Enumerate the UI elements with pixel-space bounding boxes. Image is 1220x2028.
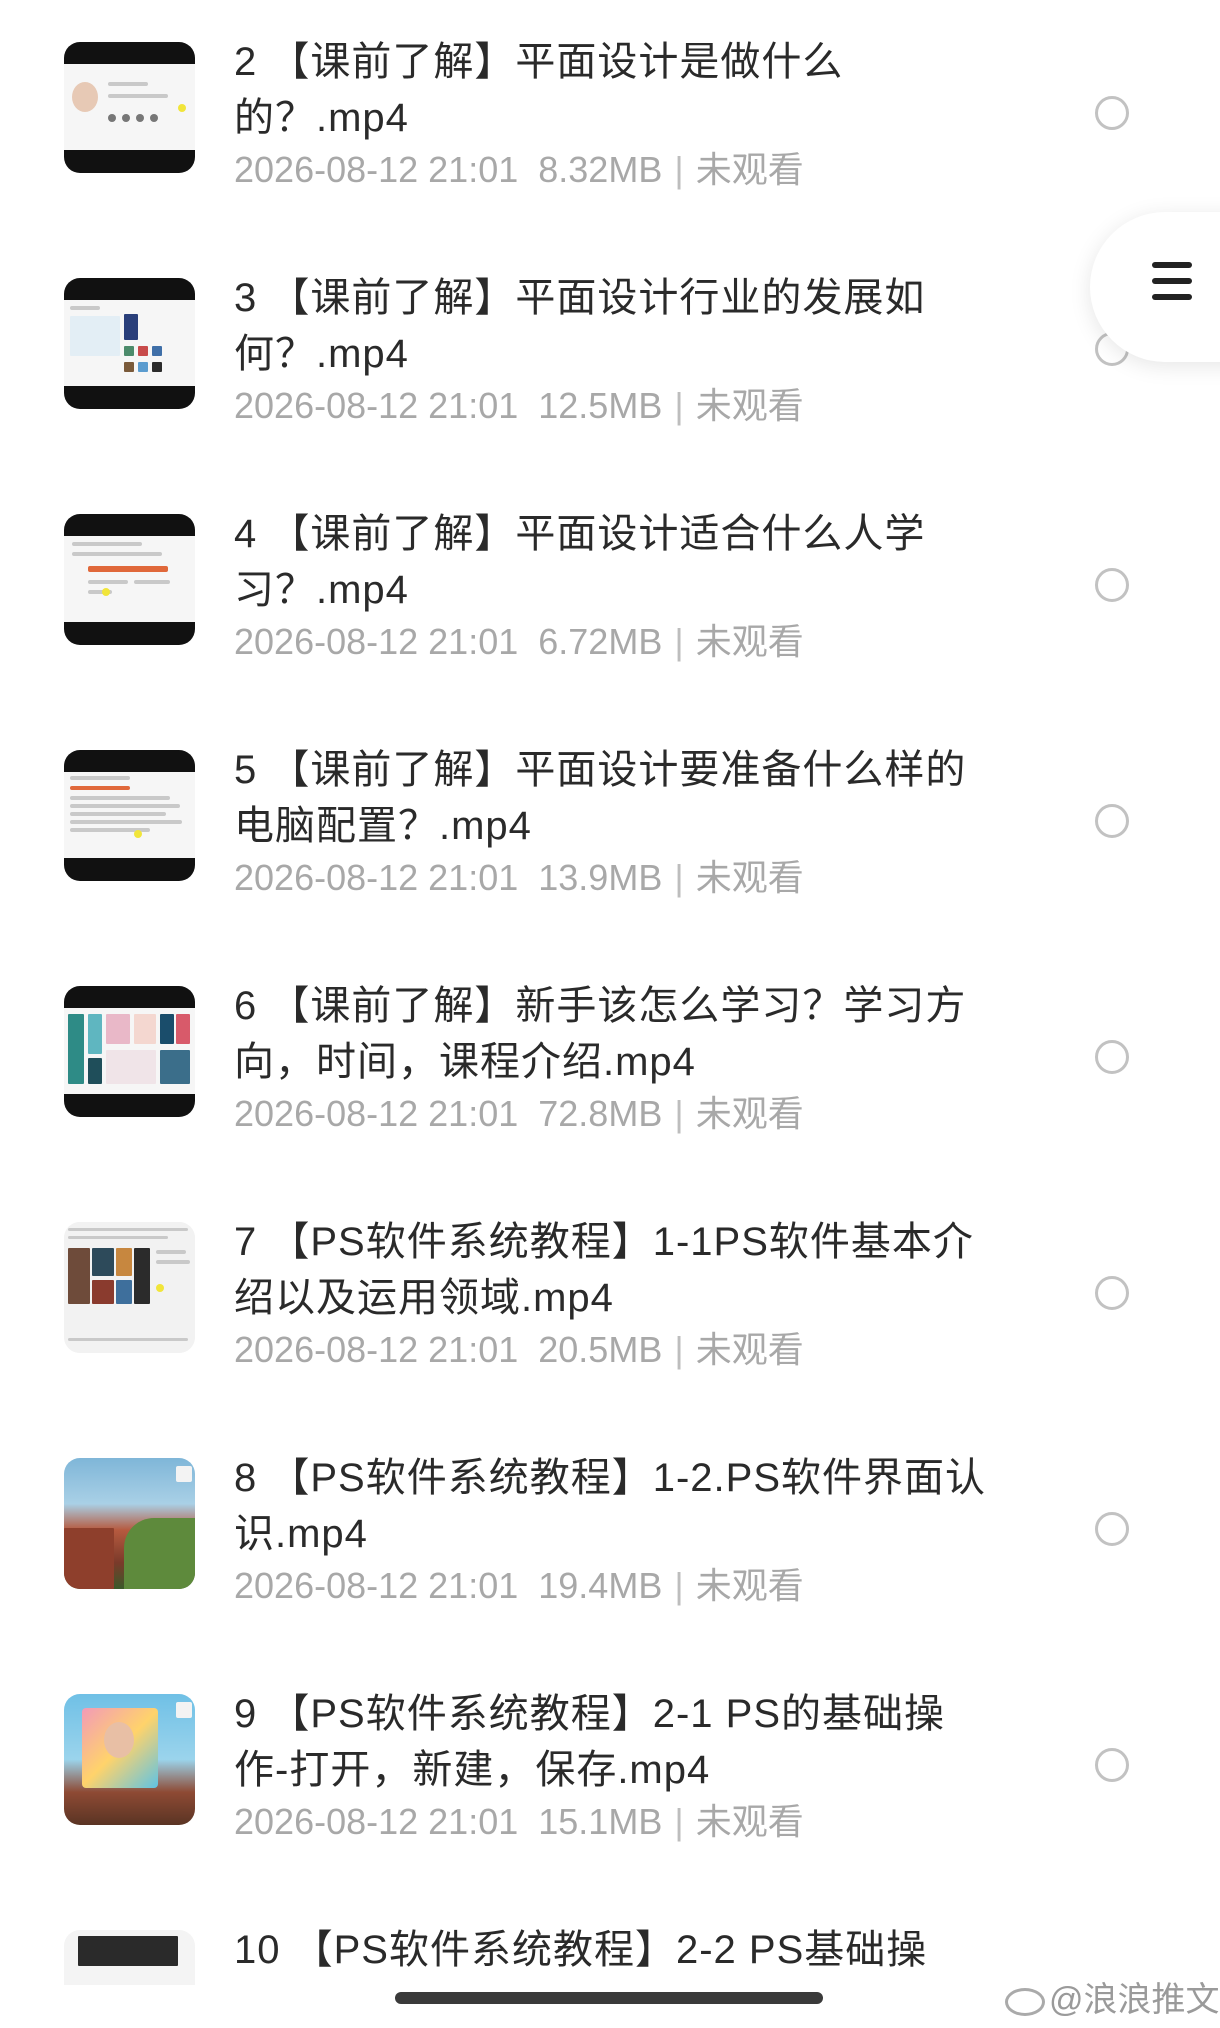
weibo-icon <box>1005 1988 1045 2017</box>
video-thumbnail <box>64 986 195 1117</box>
video-thumbnail <box>64 1222 195 1353</box>
list-item[interactable]: 8 【PS软件系统教程】1-2.PS软件界面认识.mp4 2026-08-12 … <box>0 1416 1220 1652</box>
list-item[interactable]: 2 【课前了解】平面设计是做什么的？.mp4 2026-08-12 21:01 … <box>0 0 1220 236</box>
video-title: 10 【PS软件系统教程】2-2 PS基础操 <box>234 1928 928 1972</box>
watch-status: 未观看 <box>695 149 804 190</box>
video-size: 72.8MB <box>538 1093 663 1134</box>
watch-status: 未观看 <box>695 1565 804 1606</box>
list-item[interactable]: 7 【PS软件系统教程】1-1PS软件基本介绍以及运用领域.mp4 2026-0… <box>0 1180 1220 1416</box>
video-title: 4 【课前了解】平面设计适合什么人学习？.mp4 <box>234 512 926 612</box>
watermark: @浪浪推文 <box>1005 1972 1220 2021</box>
menu-icon <box>1152 262 1192 310</box>
video-thumbnail <box>64 1930 195 1985</box>
video-date: 2026-08-12 21:01 <box>234 1093 519 1134</box>
video-meta: 2026-08-12 21:01 13.9MB | 未观看 <box>234 857 804 898</box>
video-size: 13.9MB <box>538 857 663 898</box>
video-meta: 2026-08-12 21:01 72.8MB | 未观看 <box>234 1093 804 1134</box>
video-date: 2026-08-12 21:01 <box>234 385 519 426</box>
watch-status: 未观看 <box>695 621 804 662</box>
select-radio[interactable] <box>1095 1276 1129 1310</box>
video-title: 6 【课前了解】新手该怎么学习？学习方向，时间，课程介绍.mp4 <box>234 984 967 1084</box>
video-meta: 2026-08-12 21:01 20.5MB | 未观看 <box>234 1329 804 1370</box>
list-item[interactable]: 5 【课前了解】平面设计要准备什么样的电脑配置？.mp4 2026-08-12 … <box>0 708 1220 944</box>
video-date: 2026-08-12 21:01 <box>234 621 519 662</box>
watch-status: 未观看 <box>695 857 804 898</box>
watch-status: 未观看 <box>695 1093 804 1134</box>
video-file-list: 2 【课前了解】平面设计是做什么的？.mp4 2026-08-12 21:01 … <box>0 0 1220 1985</box>
video-thumbnail <box>64 278 195 409</box>
video-date: 2026-08-12 21:01 <box>234 1801 519 1842</box>
select-radio[interactable] <box>1095 568 1129 602</box>
select-radio[interactable] <box>1095 804 1129 838</box>
video-thumbnail <box>64 1458 195 1589</box>
video-meta: 2026-08-12 21:01 8.32MB | 未观看 <box>234 149 804 190</box>
select-radio[interactable] <box>1095 1748 1129 1782</box>
video-meta: 2026-08-12 21:01 19.4MB | 未观看 <box>234 1565 804 1606</box>
video-date: 2026-08-12 21:01 <box>234 149 519 190</box>
video-thumbnail <box>64 1694 195 1825</box>
select-radio[interactable] <box>1095 1512 1129 1546</box>
select-radio[interactable] <box>1095 96 1129 130</box>
select-radio[interactable] <box>1095 1040 1129 1074</box>
video-size: 15.1MB <box>538 1801 663 1842</box>
video-thumbnail <box>64 514 195 645</box>
video-size: 6.72MB <box>538 621 663 662</box>
video-meta: 2026-08-12 21:01 12.5MB | 未观看 <box>234 385 804 426</box>
list-item[interactable]: 10 【PS软件系统教程】2-2 PS基础操 <box>0 1888 1220 1985</box>
video-title: 3 【课前了解】平面设计行业的发展如何？.mp4 <box>234 276 926 376</box>
video-title: 9 【PS软件系统教程】2-1 PS的基础操作-打开，新建，保存.mp4 <box>234 1692 946 1792</box>
watch-status: 未观看 <box>695 1801 804 1842</box>
watch-status: 未观看 <box>695 1329 804 1370</box>
video-size: 12.5MB <box>538 385 663 426</box>
home-indicator[interactable] <box>395 1992 823 2004</box>
video-date: 2026-08-12 21:01 <box>234 1329 519 1370</box>
list-item[interactable]: 6 【课前了解】新手该怎么学习？学习方向，时间，课程介绍.mp4 2026-08… <box>0 944 1220 1180</box>
watermark-text: @浪浪推文 <box>1049 1981 1220 2019</box>
watch-status: 未观看 <box>695 385 804 426</box>
video-title: 5 【课前了解】平面设计要准备什么样的电脑配置？.mp4 <box>234 748 967 848</box>
list-item[interactable]: 3 【课前了解】平面设计行业的发展如何？.mp4 2026-08-12 21:0… <box>0 236 1220 472</box>
video-title: 2 【课前了解】平面设计是做什么的？.mp4 <box>234 40 844 140</box>
video-title: 8 【PS软件系统教程】1-2.PS软件界面认识.mp4 <box>234 1456 987 1556</box>
video-title: 7 【PS软件系统教程】1-1PS软件基本介绍以及运用领域.mp4 <box>234 1220 974 1320</box>
list-item[interactable]: 9 【PS软件系统教程】2-1 PS的基础操作-打开，新建，保存.mp4 202… <box>0 1652 1220 1888</box>
video-date: 2026-08-12 21:01 <box>234 1565 519 1606</box>
video-meta: 2026-08-12 21:01 15.1MB | 未观看 <box>234 1801 804 1842</box>
video-thumbnail <box>64 42 195 173</box>
video-size: 8.32MB <box>538 149 663 190</box>
video-date: 2026-08-12 21:01 <box>234 857 519 898</box>
video-meta: 2026-08-12 21:01 6.72MB | 未观看 <box>234 621 804 662</box>
video-size: 19.4MB <box>538 1565 663 1606</box>
video-thumbnail <box>64 750 195 881</box>
list-item[interactable]: 4 【课前了解】平面设计适合什么人学习？.mp4 2026-08-12 21:0… <box>0 472 1220 708</box>
video-size: 20.5MB <box>538 1329 663 1370</box>
